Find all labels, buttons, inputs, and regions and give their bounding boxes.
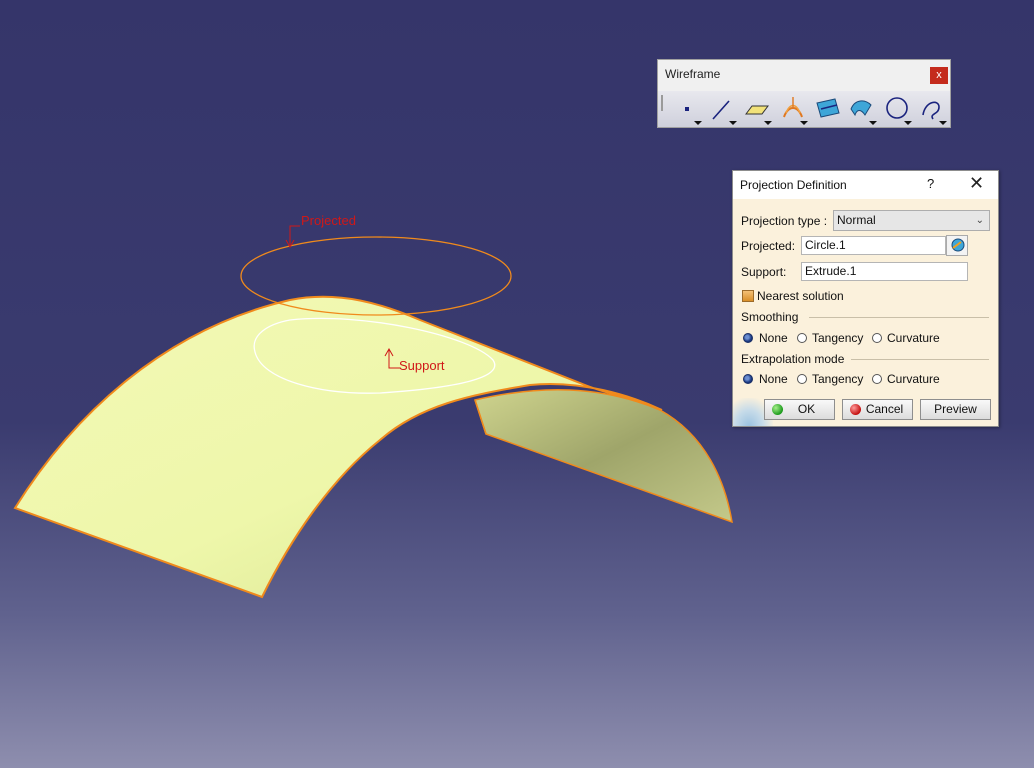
spline-tool-button[interactable] xyxy=(915,93,949,125)
preview-button[interactable]: Preview xyxy=(920,399,991,420)
intersection-icon xyxy=(816,98,840,118)
toolbar-grip[interactable] xyxy=(661,95,663,111)
extrapolation-tangency-label: Tangency xyxy=(812,372,864,386)
preview-button-label: Preview xyxy=(934,402,977,416)
projected-annotation-leader xyxy=(289,225,300,245)
intersection-tool-button[interactable] xyxy=(811,93,845,125)
support-annotation: Support xyxy=(399,358,445,373)
projected-label: Projected: xyxy=(741,239,796,253)
ok-icon xyxy=(772,404,783,415)
support-field[interactable]: Extrude.1 xyxy=(801,262,968,281)
projection-type-value: Normal xyxy=(837,213,876,227)
extrapolation-separator xyxy=(851,359,989,360)
line-icon xyxy=(712,100,737,125)
close-button[interactable]: ✕ xyxy=(969,173,984,194)
ok-button[interactable]: OK xyxy=(764,399,835,420)
smoothing-tangency-label: Tangency xyxy=(812,331,864,345)
extrapolation-tangency-radio[interactable] xyxy=(797,374,807,384)
toolbar-title: Wireframe xyxy=(665,67,721,81)
extrapolation-none-label: None xyxy=(759,372,788,386)
smoothing-none-radio[interactable] xyxy=(743,333,753,343)
dialog-title: Projection Definition xyxy=(740,178,847,192)
parallel-curve-icon xyxy=(850,100,877,125)
projection-tool-button[interactable] xyxy=(776,93,810,125)
extrapolation-label: Extrapolation mode xyxy=(741,352,845,366)
extrapolation-curvature-label: Curvature xyxy=(887,372,940,386)
chevron-down-icon: ⌄ xyxy=(975,215,984,226)
smoothing-none-label: None xyxy=(759,331,788,345)
parallel-curve-tool-button[interactable] xyxy=(845,93,879,125)
wireframe-toolbar: Wireframe x xyxy=(657,59,951,128)
projected-annotation: Projected xyxy=(301,213,356,228)
smoothing-curvature-label: Curvature xyxy=(887,331,940,345)
smoothing-tangency-radio[interactable] xyxy=(797,333,807,343)
circle-tool-button[interactable] xyxy=(880,93,914,125)
toolbar-tools xyxy=(658,91,950,127)
help-button[interactable]: ? xyxy=(927,176,934,191)
circle-icon xyxy=(886,97,912,125)
line-tool-button[interactable] xyxy=(705,93,739,125)
dialog-titlebar[interactable]: Projection Definition ? ✕ xyxy=(733,171,998,199)
smoothing-curvature-radio[interactable] xyxy=(872,333,882,343)
projection-definition-dialog: Projection Definition ? ✕ Projection typ… xyxy=(732,170,999,427)
plane-tool-button[interactable] xyxy=(740,93,774,125)
smoothing-separator xyxy=(809,317,989,318)
spline-icon xyxy=(922,101,947,125)
support-label: Support: xyxy=(741,265,787,279)
extrude-surface-inner[interactable] xyxy=(474,389,733,524)
smoothing-label: Smoothing xyxy=(741,310,799,324)
extrapolation-none-radio[interactable] xyxy=(743,374,753,384)
point-tool-button[interactable] xyxy=(670,93,704,125)
projection-type-select[interactable]: Normal ⌄ xyxy=(833,210,990,231)
projection-type-label: Projection type : xyxy=(741,214,828,228)
selection-list-icon xyxy=(951,238,965,252)
plane-icon xyxy=(745,105,772,125)
cancel-icon xyxy=(850,404,861,415)
point-icon xyxy=(685,107,702,125)
ok-button-label: OK xyxy=(797,402,816,416)
projection-icon xyxy=(783,97,808,125)
toolbar-close-button[interactable]: x xyxy=(930,67,948,84)
element-selection-button[interactable] xyxy=(946,235,968,256)
nearest-solution-checkbox[interactable] xyxy=(742,290,754,302)
nearest-solution-label: Nearest solution xyxy=(757,289,844,303)
projected-field[interactable]: Circle.1 xyxy=(801,236,946,255)
extrapolation-curvature-radio[interactable] xyxy=(872,374,882,384)
cancel-button[interactable]: Cancel xyxy=(842,399,913,420)
